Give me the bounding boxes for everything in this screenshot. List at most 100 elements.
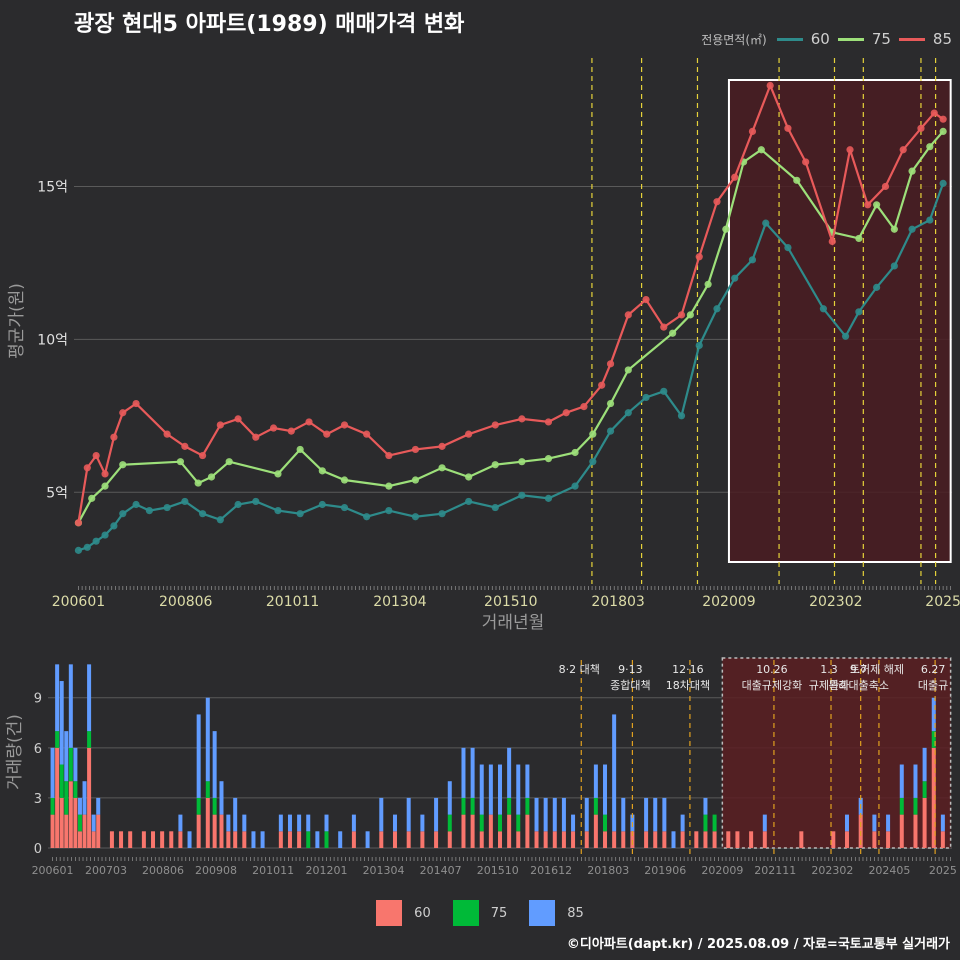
data-point-60 — [119, 510, 127, 518]
volume-bar-85 — [50, 747, 55, 798]
data-point-60 — [83, 543, 91, 551]
volume-bar-60 — [662, 831, 667, 848]
volume-bar-75 — [68, 747, 73, 782]
volume-bar-60 — [922, 797, 927, 848]
volume-bar-75 — [306, 831, 311, 848]
data-point-85 — [598, 381, 606, 389]
data-point-60 — [748, 256, 757, 264]
data-point-85 — [465, 430, 473, 438]
data-point-75 — [438, 464, 446, 472]
data-point-75 — [194, 479, 202, 487]
volume-bar-60 — [899, 814, 904, 848]
data-point-60 — [234, 500, 242, 509]
policy-annotation: 12·16 — [672, 663, 704, 676]
data-point-75 — [385, 482, 393, 490]
volume-bar-85 — [212, 731, 217, 798]
volume-bar-60 — [379, 831, 384, 848]
data-point-75 — [686, 311, 694, 319]
volume-bar-85 — [447, 781, 452, 815]
volume-bar-75 — [196, 797, 201, 815]
volume-bar-75 — [50, 797, 55, 815]
volume-bar-60 — [762, 831, 767, 848]
volume-bar-60 — [141, 831, 146, 848]
volume-x-tick-label: 201201 — [306, 864, 348, 877]
volume-x-tick-label: 202405 — [868, 864, 910, 877]
volume-bar-85 — [226, 814, 231, 832]
data-point-60 — [677, 412, 686, 420]
data-point-85 — [491, 421, 499, 429]
volume-bar-85 — [365, 831, 370, 848]
volume-bar-60 — [644, 831, 649, 848]
volume-bar-60 — [680, 831, 685, 848]
volume-bar-85 — [242, 814, 247, 832]
data-point-75 — [119, 461, 127, 469]
volume-bar-60 — [128, 831, 133, 848]
data-point-75 — [101, 482, 109, 490]
volume-bar-85 — [251, 831, 256, 848]
price-line-chart: 5억 10억 15억 200601 200806 201011 201304 201510 20… — [7, 58, 960, 633]
volume-bar-85 — [315, 831, 320, 848]
data-point-85 — [363, 430, 371, 438]
volume-bar-60 — [470, 814, 475, 848]
data-point-60 — [855, 308, 863, 316]
volume-bar-60 — [87, 747, 92, 848]
policy-annotation: 10.26 — [756, 663, 788, 676]
data-point-60 — [841, 332, 850, 340]
data-point-60 — [695, 341, 703, 350]
volume-bar-60 — [434, 831, 439, 848]
volume-bar-85 — [552, 797, 557, 832]
volume-bar-85 — [703, 797, 708, 815]
volume-bar-85 — [96, 797, 101, 815]
volume-bar-60 — [55, 747, 60, 848]
volume-bar-75 — [913, 797, 918, 815]
volume-bar-60 — [831, 831, 836, 848]
data-point-60 — [624, 409, 632, 417]
data-point-60 — [216, 516, 224, 524]
volume-bar-60 — [420, 831, 425, 848]
data-point-60 — [784, 244, 792, 252]
x-tick-label: 2025 — [925, 594, 960, 610]
volume-bar-85 — [82, 781, 87, 815]
data-point-75 — [465, 473, 473, 481]
volume-bar-60 — [64, 814, 69, 848]
data-point-85 — [802, 158, 810, 166]
policy-annotation: 1.3 — [820, 663, 838, 676]
volume-bar-60 — [287, 831, 292, 848]
x-tick-label: 201803 — [591, 594, 644, 610]
volume-bar-85 — [73, 747, 78, 782]
volume-bar-75 — [447, 814, 452, 832]
data-point-85 — [92, 451, 100, 460]
data-point-75 — [544, 455, 553, 463]
volume-bar-85 — [392, 814, 397, 832]
bar-legend-item-75: 75 — [452, 900, 507, 926]
volume-bar-60 — [91, 831, 96, 848]
data-point-85 — [269, 424, 278, 432]
data-point-60 — [465, 497, 473, 506]
volume-bar-60 — [507, 814, 512, 848]
data-point-85 — [713, 198, 721, 206]
data-point-60 — [731, 274, 739, 282]
volume-bar-85 — [940, 814, 945, 832]
data-point-60 — [92, 537, 100, 545]
volume-x-tick-label: 201510 — [477, 864, 519, 877]
data-point-85 — [606, 360, 615, 368]
volume-bar-75 — [212, 797, 217, 815]
data-point-60 — [642, 393, 650, 402]
volume-bar-85 — [561, 797, 566, 832]
volume-bar-60 — [593, 814, 598, 848]
volume-bar-60 — [525, 814, 530, 848]
policy-annotation: 토허제 해제 — [850, 662, 904, 676]
data-point-85 — [234, 415, 242, 423]
data-point-60 — [145, 507, 153, 515]
volume-bar-75 — [324, 831, 329, 848]
volume-bar-60 — [479, 831, 484, 848]
volume-bar-75 — [87, 731, 92, 748]
volume-bar-60 — [498, 831, 502, 848]
volume-bar-85 — [534, 797, 539, 832]
data-point-75 — [491, 461, 499, 469]
volume-bar-60 — [561, 831, 566, 848]
volume-bar-85 — [278, 814, 283, 832]
volume-bar-85 — [899, 764, 904, 798]
volume-bar-85 — [593, 764, 598, 798]
data-point-85 — [846, 146, 854, 154]
